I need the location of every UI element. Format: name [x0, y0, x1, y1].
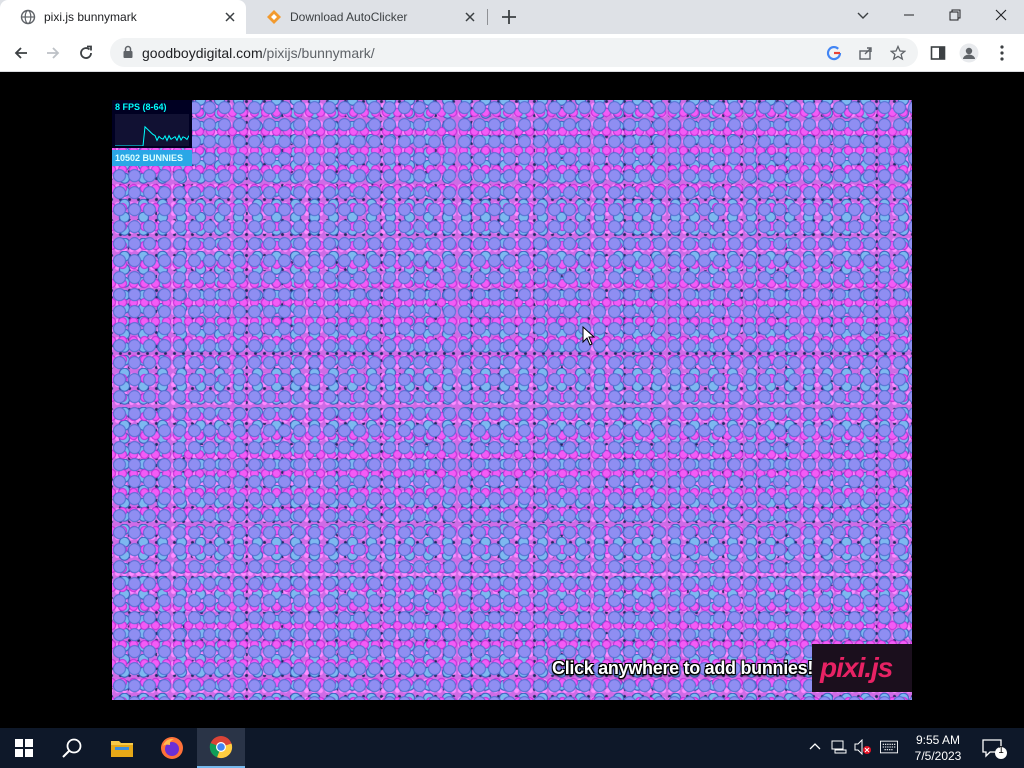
reload-button[interactable] [75, 42, 97, 64]
keyboard-tray-button[interactable] [880, 738, 898, 756]
tab-title: Download AutoClicker [290, 10, 408, 24]
restore-button[interactable] [932, 0, 978, 30]
bookmark-star-icon[interactable] [890, 45, 906, 61]
pixi-logo[interactable]: pixi.js [812, 644, 912, 692]
chrome-button[interactable] [197, 728, 245, 768]
close-icon [995, 9, 1007, 21]
firefox-icon [161, 737, 183, 759]
bunnymark-canvas[interactable]: 8 FPS (8-64) 10502 BUNNIES Click anywher… [112, 100, 912, 700]
url-path: /pixijs/bunnymark/ [262, 45, 375, 61]
globe-icon [20, 9, 36, 25]
avatar-icon [959, 43, 979, 63]
taskbar-clock[interactable]: 9:55 AM 7/5/2023 [900, 732, 976, 764]
fps-graph [115, 114, 189, 146]
google-lens-icon[interactable] [826, 45, 842, 61]
add-bunnies-hint: Click anywhere to add bunnies! [552, 658, 814, 678]
show-hidden-icons-button[interactable] [806, 738, 824, 756]
menu-button[interactable] [991, 42, 1013, 64]
arrow-right-icon [47, 47, 60, 59]
profile-button[interactable] [958, 42, 980, 64]
url-text: goodboydigital.com/pixijs/bunnymark/ [142, 45, 375, 61]
notification-count: 1 [998, 745, 1004, 756]
tab-separator [487, 9, 488, 25]
tab-search-button[interactable] [840, 0, 886, 30]
minimize-button[interactable] [886, 0, 932, 30]
browser-toolbar: goodboydigital.com/pixijs/bunnymark/ [0, 34, 1024, 72]
volume-tray-button[interactable] [854, 738, 872, 756]
firefox-button[interactable] [148, 728, 196, 768]
pixi-logo-text: pixi.js [820, 652, 893, 683]
mouse-cursor-icon [582, 326, 596, 346]
windows-start-icon [15, 739, 33, 757]
fps-text: 8 FPS (8-64) [115, 102, 167, 112]
windows-taskbar: 9:55 AM 7/5/2023 1 [0, 728, 1024, 768]
action-center-button[interactable]: 1 [982, 738, 1008, 765]
chevron-down-icon [857, 12, 869, 19]
file-explorer-button[interactable] [98, 728, 146, 768]
side-panel-button[interactable] [927, 42, 949, 64]
chrome-icon [209, 736, 233, 759]
page-viewport: 8 FPS (8-64) 10502 BUNNIES Click anywher… [0, 72, 1024, 728]
clock-date: 7/5/2023 [914, 749, 962, 763]
fps-panel: 8 FPS (8-64) [112, 100, 192, 148]
restore-icon [949, 9, 961, 21]
search-icon [62, 738, 82, 758]
close-tab-icon[interactable] [223, 10, 237, 24]
tab-autoclicker[interactable]: Download AutoClicker [246, 0, 486, 34]
autoclicker-diamond-icon [267, 10, 281, 24]
reload-icon [80, 45, 92, 59]
tab-title: pixi.js bunnymark [44, 10, 137, 24]
kebab-menu-icon [1000, 45, 1004, 61]
chevron-up-icon [809, 743, 821, 750]
side-panel-icon [930, 46, 946, 60]
stats-panel: 8 FPS (8-64) 10502 BUNNIES [112, 100, 192, 166]
new-tab-button[interactable] [499, 7, 519, 27]
address-bar[interactable]: goodboydigital.com/pixijs/bunnymark/ [110, 38, 918, 67]
volume-muted-icon [854, 739, 871, 755]
close-tab-icon[interactable] [463, 10, 477, 24]
bunny-count-panel: 10502 BUNNIES [112, 150, 192, 166]
close-window-button[interactable] [978, 0, 1024, 30]
arrow-left-icon [14, 47, 27, 59]
minimize-icon [904, 14, 914, 16]
start-button[interactable] [0, 728, 48, 768]
bunny-count-text: 10502 BUNNIES [115, 153, 184, 163]
url-domain: goodboydigital.com [142, 45, 263, 61]
network-icon [831, 740, 847, 754]
clock-time: 9:55 AM [915, 733, 961, 747]
lock-icon[interactable] [122, 45, 134, 59]
back-button[interactable] [10, 42, 32, 64]
search-button[interactable] [48, 728, 96, 768]
fps-graph-line [115, 125, 189, 146]
keyboard-icon [880, 740, 898, 754]
forward-button[interactable] [42, 42, 64, 64]
tab-bunnymark[interactable]: pixi.js bunnymark [0, 0, 246, 34]
network-tray-button[interactable] [830, 738, 848, 756]
share-icon[interactable] [858, 45, 874, 61]
tab-strip: pixi.js bunnymark Download AutoClicker [0, 0, 1024, 34]
file-explorer-icon [111, 741, 133, 757]
